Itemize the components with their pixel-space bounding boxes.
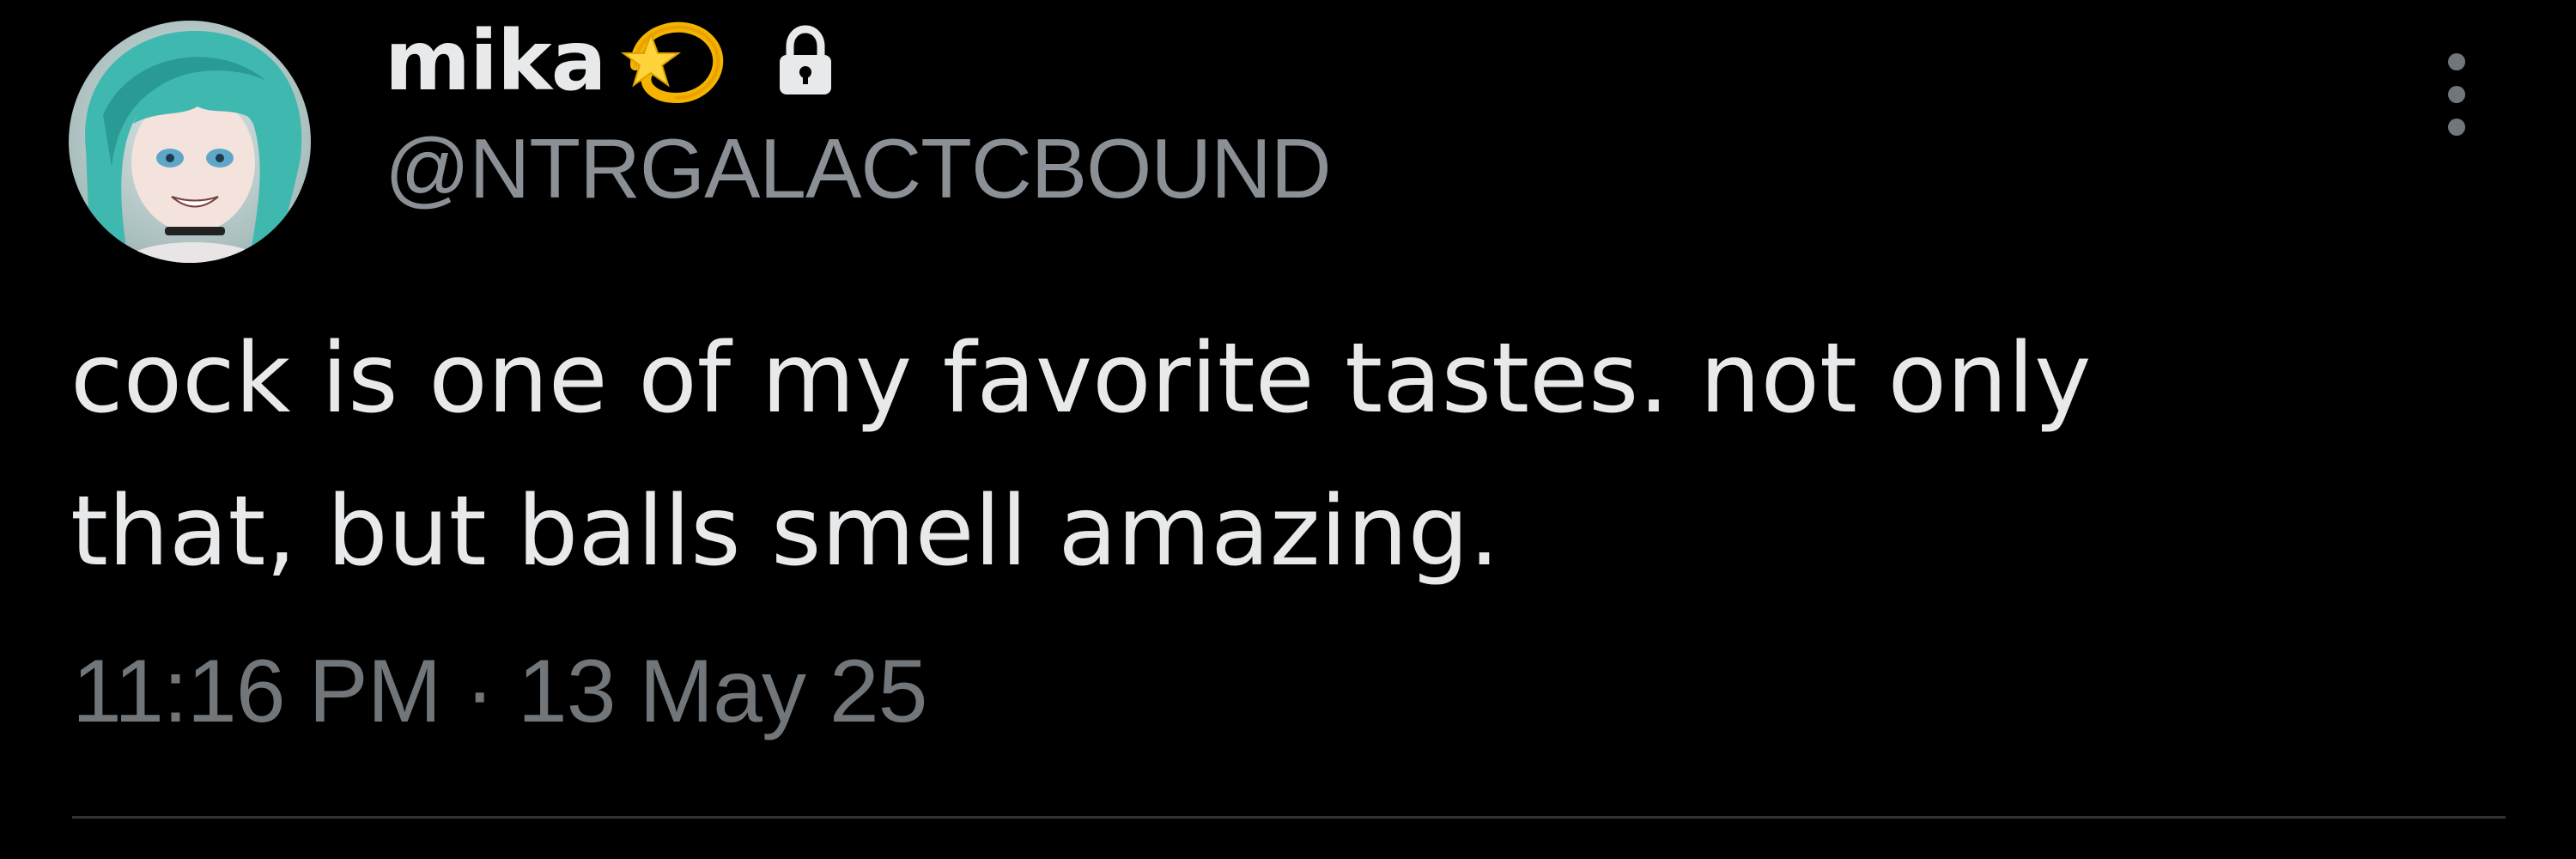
tweet-text-line: that, but balls smell amazing. [70,476,1500,588]
timestamp-separator: · [465,642,495,741]
user-handle[interactable]: @NTRGALACTCBOUND [385,120,1332,217]
tweet-text: cock is one of my favorite tastes. not o… [70,302,2475,608]
lock-icon [771,22,840,100]
tweet-timestamp[interactable]: 11:16 PM · 13 May 25 [72,641,928,743]
name-row: mika [385,5,1331,117]
tweet-date: 13 May 25 [517,642,928,741]
avatar[interactable] [69,21,311,263]
tweet-card: mika @NTRGALACTCBOUND cock is one of my … [0,0,2576,859]
divider [72,816,2506,819]
avatar-image [69,21,311,263]
tweet-header: mika @NTRGALACTCBOUND [385,5,1332,217]
tweet-time: 11:16 PM [72,642,441,741]
more-options-icon [2448,53,2465,70]
dizzy-star-icon [610,5,730,117]
more-options-icon [2448,86,2465,103]
more-options-icon [2448,119,2465,136]
display-name[interactable]: mika [385,13,607,109]
more-options-button[interactable] [2440,53,2475,139]
tweet-text-line: cock is one of my favorite tastes. not o… [70,323,2092,435]
